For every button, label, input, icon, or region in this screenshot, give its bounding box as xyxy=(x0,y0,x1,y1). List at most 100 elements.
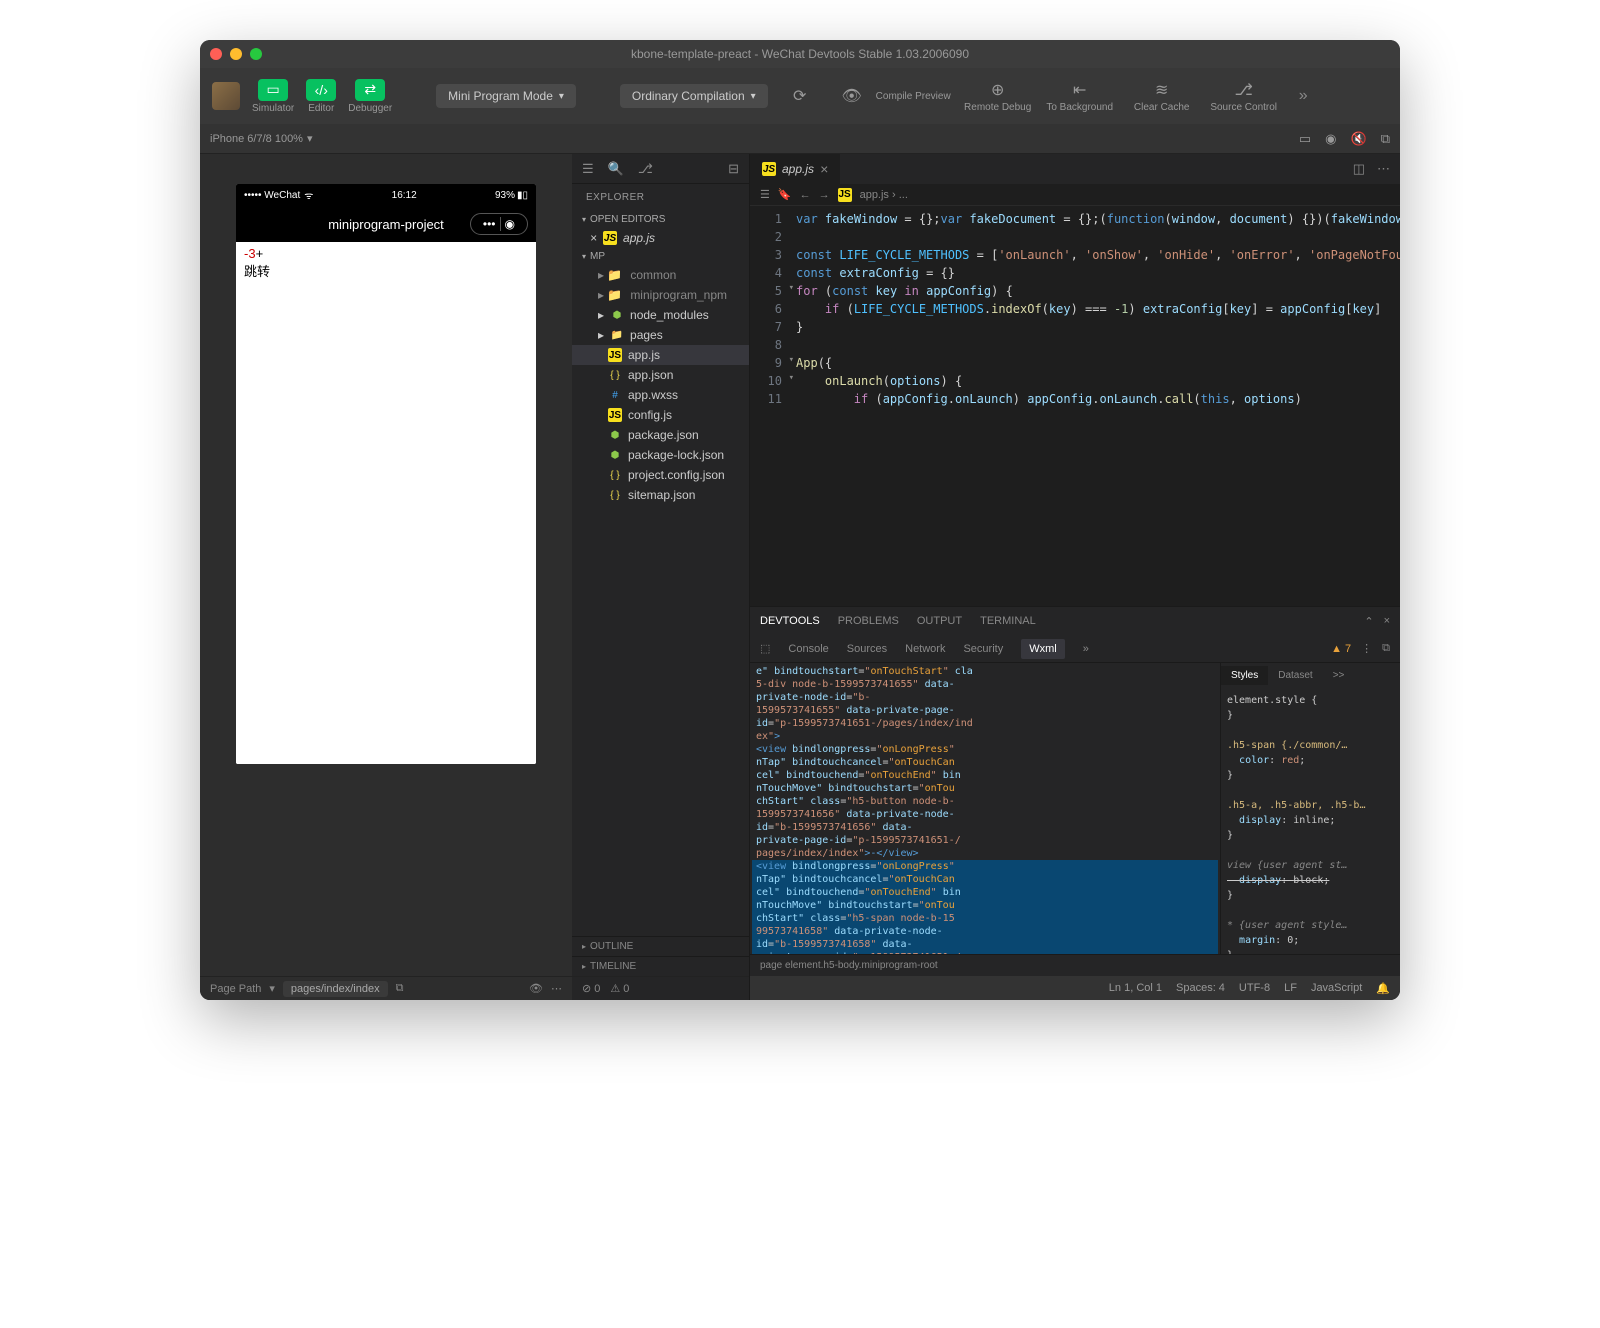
subtab-security[interactable]: Security xyxy=(963,643,1003,655)
file-package-json[interactable]: ⬢package.json xyxy=(572,425,749,445)
tab-app-js[interactable]: JS app.js × xyxy=(750,154,840,184)
file-config-js[interactable]: JSconfig.js xyxy=(572,405,749,425)
warning-badge[interactable]: ▲ 7 xyxy=(1331,643,1351,655)
close-icon[interactable] xyxy=(210,48,222,60)
mode-dropdown[interactable]: Mini Program Mode xyxy=(436,84,576,108)
code-line[interactable]: 2 xyxy=(750,228,1400,246)
more-icon[interactable]: » xyxy=(1083,643,1089,655)
preview-button[interactable]: 👁 xyxy=(832,86,872,106)
copy-icon[interactable]: ⧉ xyxy=(1381,131,1390,147)
back-icon[interactable]: ← xyxy=(800,189,811,201)
compile-dropdown[interactable]: Ordinary Compilation xyxy=(620,84,768,108)
tab-terminal[interactable]: TERMINAL xyxy=(980,615,1036,627)
code-line[interactable]: 7} xyxy=(750,318,1400,336)
code-line[interactable]: 8 xyxy=(750,336,1400,354)
eol[interactable]: LF xyxy=(1284,982,1297,995)
subtab-sources[interactable]: Sources xyxy=(847,643,887,655)
page-path-input[interactable]: pages/index/index xyxy=(283,981,388,997)
code-line[interactable]: 1var fakeWindow = {};var fakeDocument = … xyxy=(750,210,1400,228)
minimize-icon[interactable] xyxy=(230,48,242,60)
code-line[interactable]: 9▾App({ xyxy=(750,354,1400,372)
tab-more[interactable]: >> xyxy=(1323,666,1355,685)
outline-section[interactable]: OUTLINE xyxy=(572,936,749,956)
folder-miniprogram-npm[interactable]: miniprogram_npm xyxy=(572,285,749,305)
more-icon[interactable]: ⋯ xyxy=(551,982,562,995)
editor-toggle-button[interactable]: ‹/› Editor xyxy=(306,79,336,114)
chevron-up-icon[interactable]: ⌃ xyxy=(1364,615,1373,628)
rotate-icon[interactable]: ▭ xyxy=(1299,131,1311,147)
tab-devtools[interactable]: DEVTOOLS xyxy=(760,615,820,627)
inspect-icon[interactable]: ⬚ xyxy=(760,642,770,655)
open-editors-section[interactable]: OPEN EDITORS xyxy=(572,211,749,228)
indent-setting[interactable]: Spaces: 4 xyxy=(1176,982,1225,995)
split-icon[interactable]: ◫ xyxy=(1353,161,1365,177)
file-package-lock-json[interactable]: ⬢package-lock.json xyxy=(572,445,749,465)
menu-icon[interactable]: ⋮ xyxy=(1361,642,1372,655)
tab-styles[interactable]: Styles xyxy=(1221,666,1268,685)
wxml-tree[interactable]: e" bindtouchstart="onTouchStart" cla 5-d… xyxy=(750,663,1220,954)
errors-count[interactable]: ⊘ 0 xyxy=(582,982,600,995)
counter-row[interactable]: -3+ xyxy=(244,246,528,261)
list-icon[interactable]: ☰ xyxy=(582,161,594,177)
code-line[interactable]: 3const LIFE_CYCLE_METHODS = ['onLaunch',… xyxy=(750,246,1400,264)
cursor-position[interactable]: Ln 1, Col 1 xyxy=(1109,982,1162,995)
subtab-network[interactable]: Network xyxy=(905,643,945,655)
file-app-json[interactable]: app.json xyxy=(572,365,749,385)
bell-icon[interactable]: 🔔 xyxy=(1376,982,1390,995)
copy-path-icon[interactable]: ⧉ xyxy=(396,982,404,995)
record-icon[interactable]: ◉ xyxy=(1325,131,1336,147)
breadcrumb[interactable]: ☰ 🔖 ← → JS app.js › ... xyxy=(750,184,1400,206)
code-line[interactable]: 11 if (appConfig.onLaunch) appConfig.onL… xyxy=(750,390,1400,408)
forward-icon[interactable]: → xyxy=(819,189,830,201)
styles-body[interactable]: element.style { } .h5-span {./common/… c… xyxy=(1221,687,1400,954)
dock-icon[interactable]: ⧉ xyxy=(1382,642,1390,655)
capsule-button[interactable]: ••• ◉ xyxy=(470,213,528,235)
branch-icon[interactable]: ⎇ xyxy=(638,161,653,177)
tab-output[interactable]: OUTPUT xyxy=(917,615,962,627)
subtab-wxml[interactable]: Wxml xyxy=(1021,639,1065,659)
close-icon[interactable]: × xyxy=(1384,615,1390,628)
file-app-wxss[interactable]: #app.wxss xyxy=(572,385,749,405)
folder-common[interactable]: common xyxy=(572,265,749,285)
jump-link[interactable]: 跳转 xyxy=(244,261,528,280)
folder-node-modules[interactable]: ▸node_modules xyxy=(572,305,749,325)
close-icon[interactable]: × xyxy=(590,231,597,245)
code-line[interactable]: 5▾for (const key in appConfig) { xyxy=(750,282,1400,300)
element-path[interactable]: page element.h5-body.miniprogram-root xyxy=(760,960,938,971)
code-line[interactable]: 6 if (LIFE_CYCLE_METHODS.indexOf(key) ==… xyxy=(750,300,1400,318)
close-icon[interactable]: × xyxy=(820,161,828,177)
code-line[interactable]: 4const extraConfig = {} xyxy=(750,264,1400,282)
warnings-count[interactable]: ⚠ 0 xyxy=(610,982,629,995)
mute-icon[interactable]: 🔇 xyxy=(1351,131,1367,147)
code-editor[interactable]: 1var fakeWindow = {};var fakeDocument = … xyxy=(750,206,1400,606)
language-mode[interactable]: JavaScript xyxy=(1311,982,1362,995)
encoding[interactable]: UTF-8 xyxy=(1239,982,1270,995)
device-selector[interactable]: iPhone 6/7/8 100%▾ xyxy=(210,132,313,145)
maximize-icon[interactable] xyxy=(250,48,262,60)
root-section[interactable]: MP xyxy=(572,248,749,265)
file-app-js[interactable]: JSapp.js xyxy=(572,345,749,365)
file-project-config-json[interactable]: project.config.json xyxy=(572,465,749,485)
debugger-toggle-button[interactable]: ⇄ Debugger xyxy=(348,79,392,114)
search-icon[interactable]: 🔍 xyxy=(608,161,624,177)
remote-debug-button[interactable]: ⊕ Remote Debug xyxy=(963,80,1033,113)
collapse-icon[interactable]: ⊟ xyxy=(728,161,739,177)
source-control-button[interactable]: ⎇ Source Control xyxy=(1209,80,1279,113)
code-line[interactable]: 10▾ onLaunch(options) { xyxy=(750,372,1400,390)
more-icon[interactable]: » xyxy=(1291,87,1316,105)
timeline-section[interactable]: TIMELINE xyxy=(572,956,749,976)
more-icon[interactable]: ⋯ xyxy=(1377,161,1390,177)
open-editor-item[interactable]: × JS app.js xyxy=(572,228,749,248)
folder-pages[interactable]: ▸pages xyxy=(572,325,749,345)
file-sitemap-json[interactable]: sitemap.json xyxy=(572,485,749,505)
tab-dataset[interactable]: Dataset xyxy=(1268,666,1322,685)
to-background-button[interactable]: ⇤ To Background xyxy=(1045,80,1115,113)
subtab-console[interactable]: Console xyxy=(788,643,828,655)
compile-button[interactable]: ⟳ xyxy=(780,86,820,106)
clear-cache-button[interactable]: ≋ Clear Cache xyxy=(1127,80,1197,113)
phone-content[interactable]: -3+ 跳转 xyxy=(236,242,536,764)
eye-icon[interactable]: 👁 xyxy=(529,982,543,995)
avatar[interactable] xyxy=(212,82,240,110)
simulator-toggle-button[interactable]: ▭ Simulator xyxy=(252,79,294,114)
tab-problems[interactable]: PROBLEMS xyxy=(838,615,899,627)
